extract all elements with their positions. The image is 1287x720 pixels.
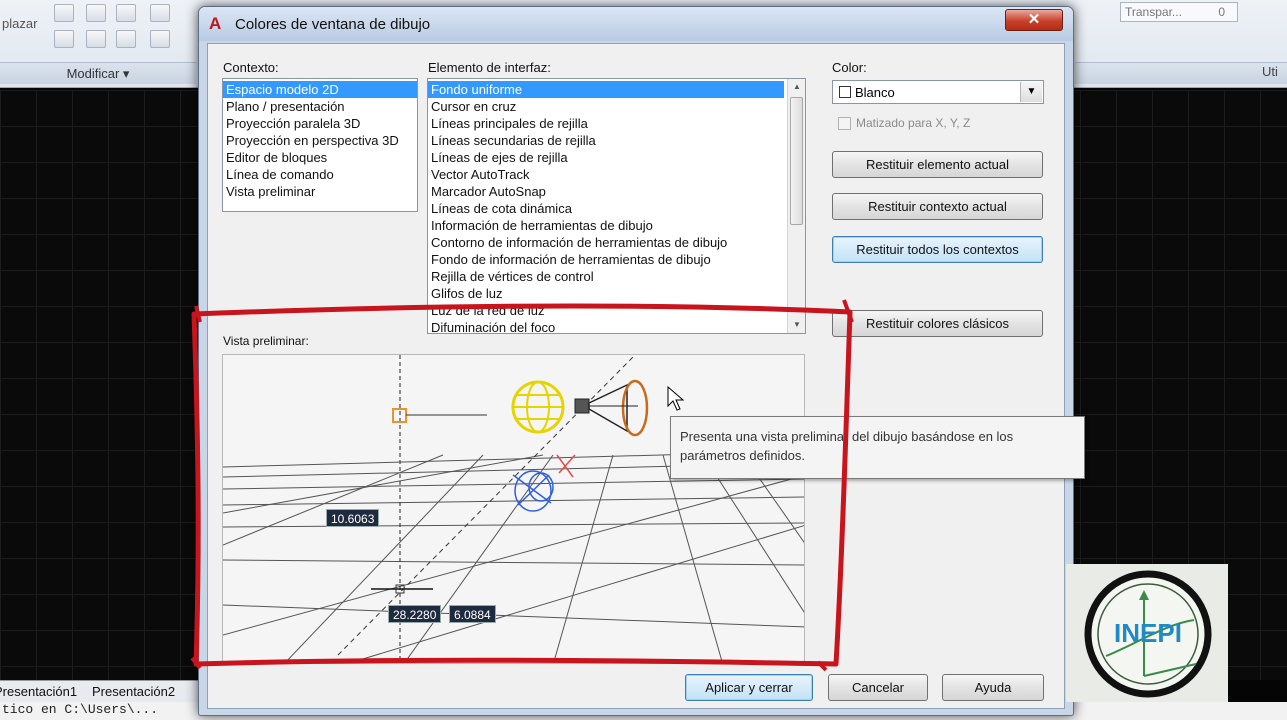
interface-item[interactable]: Fondo uniforme xyxy=(428,81,784,98)
mirror-icon[interactable] xyxy=(116,4,136,22)
color-value: Blanco xyxy=(855,85,895,100)
pen-icon[interactable] xyxy=(54,30,74,48)
wireframe-object xyxy=(512,470,554,512)
context-label: Contexto: xyxy=(223,60,279,75)
interface-item[interactable]: Líneas de ejes de rejilla xyxy=(428,149,784,166)
transparency-value: 0 xyxy=(1218,5,1225,19)
interface-item[interactable]: Líneas secundarias de rejilla xyxy=(428,132,784,149)
color-label: Color: xyxy=(832,60,867,75)
dialog-client-area: Contexto: Espacio modelo 2D Plano / pres… xyxy=(207,43,1065,709)
interface-item[interactable]: Información de herramientas de dibujo xyxy=(428,217,784,234)
context-item[interactable]: Vista preliminar xyxy=(223,183,417,200)
utilities-label[interactable]: Uti xyxy=(1262,64,1278,79)
layout-tabs: Presentación1 Presentación2 xyxy=(0,680,200,702)
context-item[interactable]: Proyección en perspectiva 3D xyxy=(223,132,417,149)
interface-item[interactable]: Glifos de luz xyxy=(428,285,784,302)
logo-text: INEPI xyxy=(1114,618,1182,648)
interface-item[interactable]: Marcador AutoSnap xyxy=(428,183,784,200)
restore-all-contexts-button[interactable]: Restituir todos los contextos xyxy=(832,236,1043,263)
color-dropdown[interactable]: Blanco ▼ xyxy=(832,80,1044,104)
interface-item[interactable]: Contorno de información de herramientas … xyxy=(428,234,784,251)
scroll-up-icon[interactable]: ▲ xyxy=(788,79,805,95)
modify-panel-title[interactable]: Modificar ▾ xyxy=(0,62,196,84)
preview-tooltip: Presenta una vista preliminar del dibujo… xyxy=(670,416,1085,479)
inepi-logo-panel: INEPI xyxy=(1066,564,1228,702)
stretch-icon[interactable] xyxy=(54,4,74,22)
tint-xyz-checkbox[interactable] xyxy=(838,117,851,130)
transparency-field[interactable]: Transpar... 0 xyxy=(1120,2,1238,22)
replace-label[interactable]: plazar xyxy=(2,16,37,31)
dynamic-dimension-length[interactable]: 10.6063 xyxy=(326,509,380,527)
dynamic-dimension-y[interactable]: 6.0884 xyxy=(449,605,496,623)
inepi-logo: INEPI xyxy=(1084,570,1212,698)
interface-scrollbar[interactable]: ▲ ▼ xyxy=(787,79,805,333)
restore-current-context-button[interactable]: Restituir contexto actual xyxy=(832,193,1043,220)
perspective-grid xyxy=(223,450,804,663)
autocad-app-icon: A xyxy=(209,14,222,33)
chevron-down-icon[interactable]: ▼ xyxy=(1020,82,1042,102)
modify-panel: plazar Modificar ▾ xyxy=(0,0,196,88)
context-listbox[interactable]: Espacio modelo 2D Plano / presentación P… xyxy=(222,78,418,212)
help-button[interactable]: Ayuda xyxy=(942,674,1044,701)
interface-element-listbox[interactable]: Fondo uniforme Cursor en cruz Líneas pri… xyxy=(427,78,806,334)
context-item[interactable]: Proyección paralela 3D xyxy=(223,115,417,132)
tab-presentacion1[interactable]: Presentación1 xyxy=(0,684,77,699)
grid-icon[interactable] xyxy=(116,30,136,48)
tab-presentacion2[interactable]: Presentación2 xyxy=(92,684,175,699)
color-swatch xyxy=(839,86,851,98)
transparency-placeholder: Transpar... xyxy=(1125,5,1182,19)
spotlight-icon xyxy=(574,379,649,437)
interface-item[interactable]: Cursor en cruz xyxy=(428,98,784,115)
interface-item[interactable]: Líneas principales de rejilla xyxy=(428,115,784,132)
cancel-button[interactable]: Cancelar xyxy=(828,674,928,701)
interface-element-label: Elemento de interfaz: xyxy=(428,60,551,75)
interface-item[interactable]: Fondo de información de herramientas de … xyxy=(428,251,784,268)
mouse-cursor-icon xyxy=(667,386,685,411)
right-panel-title xyxy=(1075,62,1287,84)
close-button[interactable]: ✕ xyxy=(1005,9,1063,31)
drawing-window-colors-dialog: A Colores de ventana de dibujo ✕ Context… xyxy=(198,6,1074,716)
dynamic-dimension-x[interactable]: 28.2280 xyxy=(388,605,442,623)
interface-item[interactable]: Rejilla de vértices de control xyxy=(428,268,784,285)
scale-icon[interactable] xyxy=(86,4,106,22)
dialog-titlebar[interactable]: A Colores de ventana de dibujo ✕ xyxy=(199,7,1073,41)
apply-close-button[interactable]: Aplicar y cerrar xyxy=(685,674,813,701)
preview-label: Vista preliminar: xyxy=(223,334,309,348)
sun-light-icon xyxy=(511,380,565,434)
red-axis-marker xyxy=(556,454,576,478)
context-item[interactable]: Editor de bloques xyxy=(223,149,417,166)
array-icon[interactable] xyxy=(86,30,106,48)
scroll-thumb[interactable] xyxy=(790,97,803,225)
restore-current-element-button[interactable]: Restituir elemento actual xyxy=(832,151,1043,178)
interface-item[interactable]: Luz de la red de luz xyxy=(428,302,784,319)
interface-item[interactable]: Vector AutoTrack xyxy=(428,166,784,183)
context-item[interactable]: Línea de comando xyxy=(223,166,417,183)
scroll-down-icon[interactable]: ▼ xyxy=(788,317,805,333)
tint-xyz-label: Matizado para X, Y, Z xyxy=(856,116,971,130)
context-item[interactable]: Plano / presentación xyxy=(223,98,417,115)
preview-drawing xyxy=(223,355,804,663)
fillet-icon[interactable] xyxy=(150,4,170,22)
interface-item[interactable]: Líneas de cota dinámica xyxy=(428,200,784,217)
dialog-title: Colores de ventana de dibujo xyxy=(235,16,431,33)
chamfer-icon[interactable] xyxy=(150,30,170,48)
context-item[interactable]: Espacio modelo 2D xyxy=(223,81,417,98)
preview-viewport[interactable]: 10.6063 28.2280 6.0884 xyxy=(222,354,805,664)
interface-item[interactable]: Difuminación del foco xyxy=(428,319,784,333)
restore-classic-colors-button[interactable]: Restituir colores clásicos xyxy=(832,310,1043,337)
